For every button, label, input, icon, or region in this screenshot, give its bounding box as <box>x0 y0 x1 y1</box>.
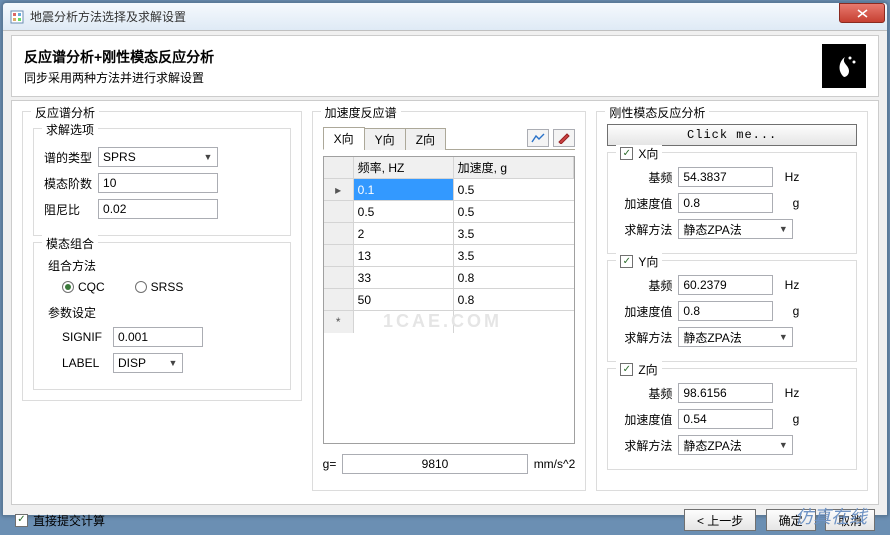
tab-x[interactable]: X向 <box>323 127 365 150</box>
group-rigid: 刚性模态反应分析 <box>605 104 709 121</box>
chevron-down-icon: ▼ <box>776 332 790 342</box>
y-acc-input[interactable] <box>678 301 773 321</box>
z-method-select[interactable]: 静态ZPA法▼ <box>678 435 793 455</box>
g-input[interactable] <box>342 454 527 474</box>
damping-input[interactable] <box>98 199 218 219</box>
x-acc-input[interactable] <box>678 193 773 213</box>
chart-icon-button[interactable] <box>527 129 549 147</box>
chevron-down-icon: ▼ <box>201 152 215 162</box>
click-me-button[interactable]: Click me... <box>607 124 857 146</box>
chevron-down-icon: ▼ <box>776 224 790 234</box>
close-button[interactable] <box>839 3 885 23</box>
comb-method-label: 组合方法 <box>48 257 280 274</box>
col-acc: 加速度, g <box>454 157 575 178</box>
modes-label: 模态阶数 <box>44 175 92 192</box>
acc-table[interactable]: 频率, HZ 加速度, g ▸0.10.5 0.50.5 23.5 133.5 … <box>323 156 576 444</box>
radio-cqc[interactable]: CQC <box>62 280 105 294</box>
chevron-down-icon: ▼ <box>166 358 180 368</box>
signif-label: SIGNIF <box>62 330 107 344</box>
page-subtitle: 同步采用两种方法并进行求解设置 <box>24 69 214 86</box>
y-method-select[interactable]: 静态ZPA法▼ <box>678 327 793 347</box>
radio-srss[interactable]: SRSS <box>135 280 184 294</box>
submit-checkbox[interactable]: ✓直接提交计算 <box>15 512 105 529</box>
edit-icon-button[interactable] <box>553 129 575 147</box>
tab-y[interactable]: Y向 <box>364 128 406 150</box>
check-x[interactable]: ✓X向 <box>616 145 662 162</box>
output-label: LABEL <box>62 356 107 370</box>
group-combination: 模态组合 <box>42 235 98 252</box>
chevron-down-icon: ▼ <box>776 440 790 450</box>
window-title: 地震分析方法选择及求解设置 <box>30 8 186 25</box>
spectrum-type-label: 谱的类型 <box>44 149 92 166</box>
logo <box>822 44 866 88</box>
page-title: 反应谱分析+刚性模态反应分析 <box>24 47 214 67</box>
modes-input[interactable] <box>98 173 218 193</box>
z-freq-input[interactable] <box>678 383 773 403</box>
group-acc-spectrum: 加速度反应谱 <box>321 104 401 121</box>
x-method-select[interactable]: 静态ZPA法▼ <box>678 219 793 239</box>
x-freq-input[interactable] <box>678 167 773 187</box>
spectrum-type-select[interactable]: SPRS ▼ <box>98 147 218 167</box>
header-panel: 反应谱分析+刚性模态反应分析 同步采用两种方法并进行求解设置 <box>11 35 879 97</box>
output-select[interactable]: DISP ▼ <box>113 353 183 373</box>
chart-icon <box>531 132 545 144</box>
close-icon <box>857 9 868 18</box>
check-z[interactable]: ✓Z向 <box>616 361 661 378</box>
g-unit: mm/s^2 <box>534 457 576 471</box>
g-label: g= <box>323 457 337 471</box>
watermark: 仿真在线 <box>795 503 867 529</box>
check-y[interactable]: ✓Y向 <box>616 253 662 270</box>
tab-z[interactable]: Z向 <box>405 128 446 150</box>
z-acc-input[interactable] <box>678 409 773 429</box>
pencil-icon <box>557 132 571 144</box>
titlebar[interactable]: 地震分析方法选择及求解设置 <box>3 3 887 31</box>
signif-input[interactable] <box>113 327 203 347</box>
prev-button[interactable]: < 上一步 <box>684 509 756 531</box>
param-label: 参数设定 <box>48 304 280 321</box>
y-freq-input[interactable] <box>678 275 773 295</box>
group-spectrum: 反应谱分析 <box>31 104 99 121</box>
damping-label: 阻尼比 <box>44 201 80 218</box>
new-row-icon[interactable]: * <box>324 311 354 333</box>
col-freq: 频率, HZ <box>354 157 454 178</box>
group-solve-opts: 求解选项 <box>42 121 98 138</box>
app-icon <box>9 9 25 25</box>
row-indicator-icon: ▸ <box>324 179 354 200</box>
